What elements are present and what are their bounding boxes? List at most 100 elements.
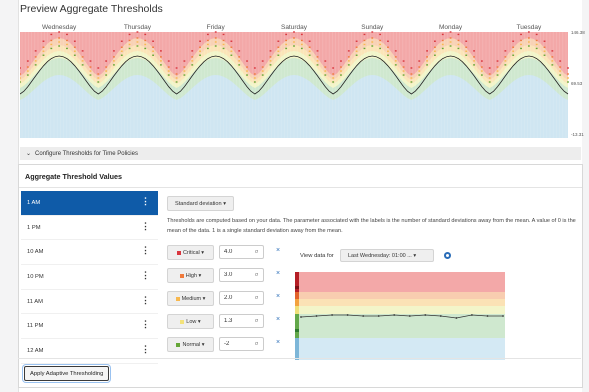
severity-strip: [295, 306, 299, 314]
threshold-mark: [363, 47, 366, 50]
severity-dropdown[interactable]: High ▾: [167, 268, 214, 283]
y-axis-label: -13.31: [571, 132, 584, 137]
method-dropdown[interactable]: Standard deviation ▾: [167, 196, 235, 211]
kebab-menu-icon[interactable]: ⋮: [141, 197, 150, 206]
kebab-menu-icon[interactable]: ⋮: [141, 320, 150, 329]
threshold-mark: [559, 60, 562, 62]
time-policy-row[interactable]: 12 AM ⋮: [21, 339, 158, 364]
threshold-mark: [73, 54, 76, 56]
time-policy-row[interactable]: 11 AM ⋮: [21, 290, 158, 315]
threshold-config-pane: Standard deviation ▾ Thresholds are comp…: [167, 165, 577, 365]
threshold-mark: [136, 45, 139, 47]
threshold-mark: [42, 40, 45, 42]
threshold-mark: [269, 56, 272, 58]
time-policy-row[interactable]: 10 AM ⋮: [21, 240, 158, 266]
threshold-mark: [332, 67, 335, 69]
band-critical: [299, 272, 505, 292]
threshold-row-high: High ▾ σ ×: [167, 268, 292, 283]
severity-swatch: [176, 342, 181, 347]
threshold-mark: [214, 41, 217, 43]
severity-dropdown[interactable]: Normal ▾: [167, 337, 214, 352]
strip-handle: [295, 286, 299, 289]
threshold-mark: [340, 66, 342, 68]
apply-adaptive-thresholding-button[interactable]: Apply Adaptive Thresholding: [24, 366, 110, 381]
threshold-mark: [160, 56, 162, 58]
severity-swatch: [180, 319, 185, 324]
threshold-mark: [26, 66, 29, 68]
threshold-mark: [465, 50, 468, 52]
threshold-mark: [308, 46, 311, 48]
threshold-mark: [379, 43, 382, 46]
threshold-mark: [496, 70, 499, 72]
kebab-menu-icon[interactable]: ⋮: [141, 295, 150, 305]
threshold-mark: [426, 50, 428, 52]
threshold-mark: [136, 41, 139, 43]
threshold-mark: [308, 54, 311, 56]
info-icon[interactable]: [444, 252, 451, 259]
kebab-menu-icon[interactable]: ⋮: [141, 345, 150, 354]
close-icon[interactable]: ×: [276, 339, 280, 346]
kebab-menu-icon[interactable]: ⋮: [141, 221, 150, 231]
threshold-mark: [136, 31, 139, 33]
threshold-mark: [316, 64, 319, 66]
threshold-mark: [434, 40, 436, 42]
severity-dropdown[interactable]: Critical ▾: [167, 245, 214, 260]
threshold-mark: [535, 43, 538, 46]
threshold-mark: [551, 64, 554, 66]
threshold-mark: [449, 37, 452, 39]
threshold-mark: [183, 70, 186, 72]
band-info: [299, 338, 505, 360]
threshold-mark: [277, 46, 280, 48]
severity-dropdown[interactable]: Low ▾: [167, 314, 214, 329]
time-policy-label: 11 AM: [27, 298, 44, 305]
time-policy-row[interactable]: 1 AM ⋮: [21, 191, 158, 216]
threshold-mark: [426, 56, 428, 58]
threshold-mark: [261, 60, 264, 62]
time-policy-row[interactable]: 11 PM ⋮: [21, 314, 158, 340]
threshold-mark: [394, 56, 397, 58]
threshold-mark: [206, 33, 209, 36]
threshold-mark: [293, 41, 295, 43]
sigma-icon: σ: [255, 249, 259, 255]
threshold-mark: [26, 70, 29, 72]
severity-dropdown[interactable]: Medium ▾: [167, 291, 214, 306]
sigma-icon: σ: [255, 341, 259, 347]
view-data-dropdown[interactable]: Last Wednesday: 01:00 ... ▾: [340, 249, 434, 262]
threshold-mark: [449, 31, 452, 33]
aggregate-threshold-chart: Wednesday Thursday Friday Saturday Sunday Mon…: [20, 20, 589, 138]
threshold-mark: [160, 50, 162, 52]
threshold-mark: [144, 43, 147, 46]
threshold-mark: [58, 41, 61, 43]
kebab-menu-icon[interactable]: ⋮: [141, 271, 150, 280]
time-policy-row[interactable]: 1 PM ⋮: [21, 216, 158, 241]
threshold-mark: [512, 50, 515, 52]
threshold-mark: [340, 74, 342, 76]
threshold-mark: [480, 74, 483, 76]
threshold-description: Thresholds are computed based on your da…: [167, 218, 576, 234]
configure-thresholds-toggle[interactable]: ⌄ Configure Thresholds for Time Policies: [20, 147, 581, 160]
threshold-mark: [535, 33, 538, 36]
threshold-mark: [206, 39, 209, 42]
threshold-row-normal: Normal ▾ σ ×: [167, 337, 292, 352]
severity-swatch: [175, 296, 180, 301]
threshold-mark: [206, 43, 209, 46]
close-icon[interactable]: ×: [276, 293, 280, 300]
threshold-mark: [543, 54, 546, 56]
close-icon[interactable]: ×: [276, 270, 280, 277]
threshold-mark: [20, 77, 21, 79]
threshold-mark: [543, 40, 546, 42]
threshold-mark: [277, 50, 280, 52]
threshold-mark: [504, 60, 507, 62]
kebab-menu-icon[interactable]: ⋮: [141, 246, 150, 255]
time-policy-row[interactable]: 10 PM ⋮: [21, 265, 158, 290]
sigma-icon: σ: [255, 295, 259, 301]
close-icon[interactable]: ×: [276, 316, 280, 323]
threshold-mark: [387, 54, 389, 56]
threshold-mark: [20, 67, 21, 69]
threshold-mark: [113, 64, 115, 66]
threshold-mark: [488, 73, 491, 75]
close-icon[interactable]: ×: [276, 247, 280, 254]
threshold-mark: [324, 74, 327, 76]
threshold-mark: [128, 43, 131, 46]
threshold-mark: [261, 66, 264, 68]
